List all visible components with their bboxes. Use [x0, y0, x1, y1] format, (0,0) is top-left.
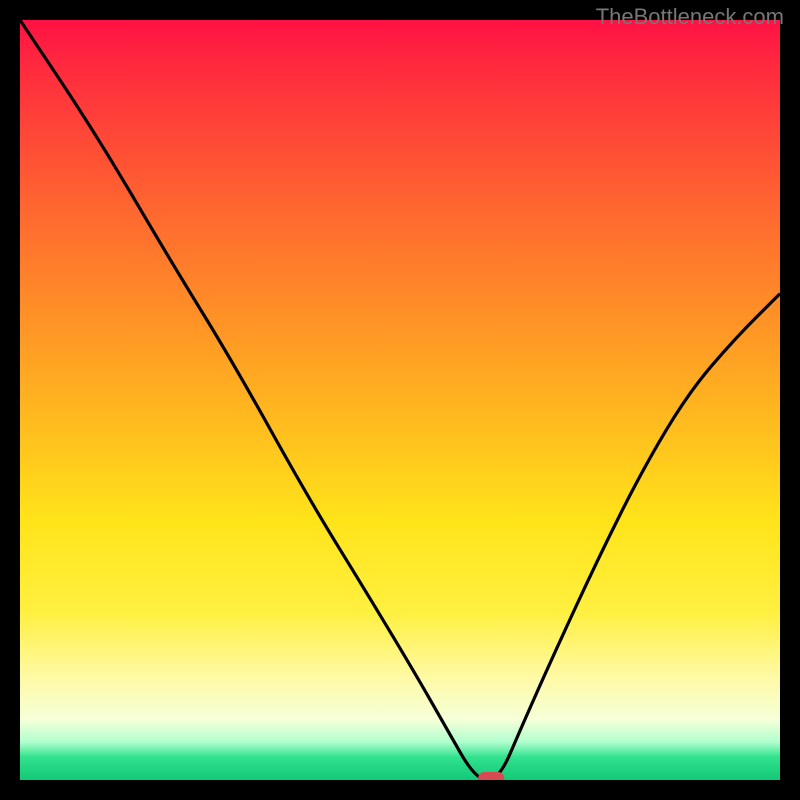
- optimum-marker: [478, 772, 504, 780]
- chart-svg: [20, 20, 780, 780]
- chart-container: TheBottleneck.com: [0, 0, 800, 800]
- bottleneck-curve: [20, 20, 780, 780]
- attribution-watermark: TheBottleneck.com: [596, 4, 784, 30]
- plot-area: [20, 20, 780, 780]
